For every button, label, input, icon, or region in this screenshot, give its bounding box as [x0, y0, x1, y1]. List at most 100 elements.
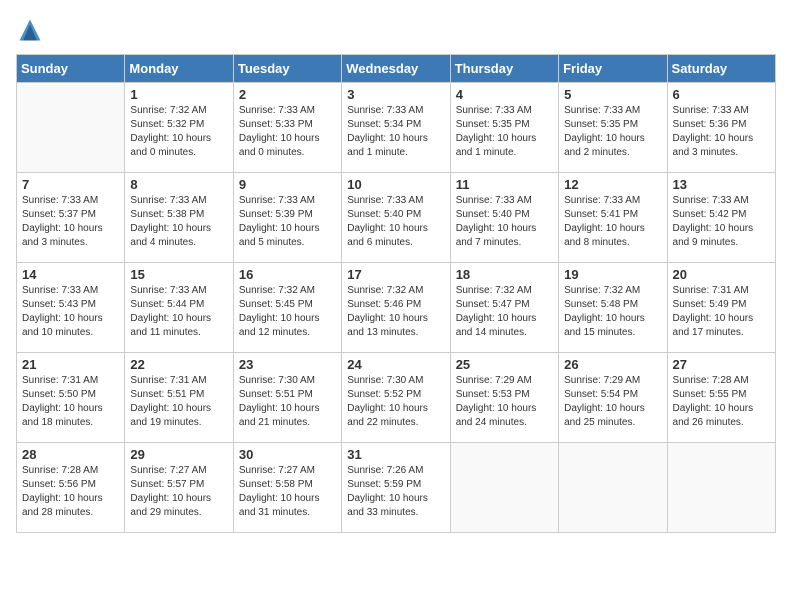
- day-cell-7: 7 Sunrise: 7:33 AM Sunset: 5:37 PM Daylig…: [17, 173, 125, 263]
- day-cell-2: 2 Sunrise: 7:33 AM Sunset: 5:33 PM Daylig…: [233, 83, 341, 173]
- day-info-12: Sunrise: 7:33 AM Sunset: 5:41 PM Dayligh…: [564, 194, 661, 250]
- day-info-24: Sunrise: 7:30 AM Sunset: 5:52 PM Dayligh…: [347, 374, 444, 430]
- day-cell-28: 28 Sunrise: 7:28 AM Sunset: 5:56 PM Dayli…: [17, 443, 125, 533]
- day-info-2: Sunrise: 7:33 AM Sunset: 5:33 PM Dayligh…: [239, 104, 336, 160]
- day-cell-5: 5 Sunrise: 7:33 AM Sunset: 5:35 PM Daylig…: [559, 83, 667, 173]
- empty-cell: [559, 443, 667, 533]
- day-info-26: Sunrise: 7:29 AM Sunset: 5:54 PM Dayligh…: [564, 374, 661, 430]
- day-cell-23: 23 Sunrise: 7:30 AM Sunset: 5:51 PM Dayli…: [233, 353, 341, 443]
- day-info-18: Sunrise: 7:32 AM Sunset: 5:47 PM Dayligh…: [456, 284, 553, 340]
- day-number-10: 10: [347, 177, 444, 192]
- day-number-21: 21: [22, 357, 119, 372]
- day-number-7: 7: [22, 177, 119, 192]
- day-cell-26: 26 Sunrise: 7:29 AM Sunset: 5:54 PM Dayli…: [559, 353, 667, 443]
- day-cell-1: 1 Sunrise: 7:32 AM Sunset: 5:32 PM Daylig…: [125, 83, 233, 173]
- day-number-15: 15: [130, 267, 227, 282]
- day-cell-20: 20 Sunrise: 7:31 AM Sunset: 5:49 PM Dayli…: [667, 263, 775, 353]
- empty-cell: [450, 443, 558, 533]
- day-info-29: Sunrise: 7:27 AM Sunset: 5:57 PM Dayligh…: [130, 464, 227, 520]
- day-cell-17: 17 Sunrise: 7:32 AM Sunset: 5:46 PM Dayli…: [342, 263, 450, 353]
- day-number-17: 17: [347, 267, 444, 282]
- day-cell-16: 16Sunrise: 7:32 AM Sunset: 5:45 PM Dayli…: [233, 263, 341, 353]
- calendar-body: 1 Sunrise: 7:32 AM Sunset: 5:32 PM Daylig…: [17, 83, 776, 533]
- day-info-13: Sunrise: 7:33 AM Sunset: 5:42 PM Dayligh…: [673, 194, 770, 250]
- logo: [16, 16, 48, 44]
- day-cell-21: 21Sunrise: 7:31 AM Sunset: 5:50 PM Dayli…: [17, 353, 125, 443]
- day-info-28: Sunrise: 7:28 AM Sunset: 5:56 PM Dayligh…: [22, 464, 119, 520]
- day-header-tuesday: Tuesday: [233, 55, 341, 83]
- day-number-28: 28: [22, 447, 119, 462]
- day-number-9: 9: [239, 177, 336, 192]
- calendar-table: SundayMondayTuesdayWednesdayThursdayFrid…: [16, 54, 776, 533]
- day-number-30: 30: [239, 447, 336, 462]
- day-cell-27: 27 Sunrise: 7:28 AM Sunset: 5:55 PM Dayli…: [667, 353, 775, 443]
- day-info-3: Sunrise: 7:33 AM Sunset: 5:34 PM Dayligh…: [347, 104, 444, 160]
- day-info-22: Sunrise: 7:31 AM Sunset: 5:51 PM Dayligh…: [130, 374, 227, 430]
- page-header: [16, 16, 776, 44]
- day-cell-29: 29 Sunrise: 7:27 AM Sunset: 5:57 PM Dayli…: [125, 443, 233, 533]
- day-cell-9: 9 Sunrise: 7:33 AM Sunset: 5:39 PM Daylig…: [233, 173, 341, 263]
- day-info-17: Sunrise: 7:32 AM Sunset: 5:46 PM Dayligh…: [347, 284, 444, 340]
- day-info-30: Sunrise: 7:27 AM Sunset: 5:58 PM Dayligh…: [239, 464, 336, 520]
- calendar-header: SundayMondayTuesdayWednesdayThursdayFrid…: [17, 55, 776, 83]
- week-row-5: 28 Sunrise: 7:28 AM Sunset: 5:56 PM Dayli…: [17, 443, 776, 533]
- day-number-25: 25: [456, 357, 553, 372]
- day-info-7: Sunrise: 7:33 AM Sunset: 5:37 PM Dayligh…: [22, 194, 119, 250]
- day-info-23: Sunrise: 7:30 AM Sunset: 5:51 PM Dayligh…: [239, 374, 336, 430]
- day-info-31: Sunrise: 7:26 AM Sunset: 5:59 PM Dayligh…: [347, 464, 444, 520]
- day-number-4: 4: [456, 87, 553, 102]
- day-info-4: Sunrise: 7:33 AM Sunset: 5:35 PM Dayligh…: [456, 104, 553, 160]
- day-cell-25: 25 Sunrise: 7:29 AM Sunset: 5:53 PM Dayli…: [450, 353, 558, 443]
- logo-icon: [16, 16, 44, 44]
- day-info-9: Sunrise: 7:33 AM Sunset: 5:39 PM Dayligh…: [239, 194, 336, 250]
- day-info-1: Sunrise: 7:32 AM Sunset: 5:32 PM Dayligh…: [130, 104, 227, 160]
- day-cell-15: 15 Sunrise: 7:33 AM Sunset: 5:44 PM Dayli…: [125, 263, 233, 353]
- day-number-13: 13: [673, 177, 770, 192]
- day-number-2: 2: [239, 87, 336, 102]
- day-number-23: 23: [239, 357, 336, 372]
- day-cell-10: 10 Sunrise: 7:33 AM Sunset: 5:40 PM Dayli…: [342, 173, 450, 263]
- day-info-14: Sunrise: 7:33 AM Sunset: 5:43 PM Dayligh…: [22, 284, 119, 340]
- day-cell-3: 3Sunrise: 7:33 AM Sunset: 5:34 PM Daylig…: [342, 83, 450, 173]
- day-number-29: 29: [130, 447, 227, 462]
- day-info-16: Sunrise: 7:32 AM Sunset: 5:45 PM Dayligh…: [239, 284, 336, 340]
- day-cell-12: 12 Sunrise: 7:33 AM Sunset: 5:41 PM Dayli…: [559, 173, 667, 263]
- week-row-3: 14Sunrise: 7:33 AM Sunset: 5:43 PM Dayli…: [17, 263, 776, 353]
- day-cell-11: 11 Sunrise: 7:33 AM Sunset: 5:40 PM Dayli…: [450, 173, 558, 263]
- day-header-sunday: Sunday: [17, 55, 125, 83]
- day-cell-4: 4 Sunrise: 7:33 AM Sunset: 5:35 PM Daylig…: [450, 83, 558, 173]
- day-cell-18: 18Sunrise: 7:32 AM Sunset: 5:47 PM Dayli…: [450, 263, 558, 353]
- day-cell-14: 14Sunrise: 7:33 AM Sunset: 5:43 PM Dayli…: [17, 263, 125, 353]
- day-cell-31: 31Sunrise: 7:26 AM Sunset: 5:59 PM Dayli…: [342, 443, 450, 533]
- day-info-11: Sunrise: 7:33 AM Sunset: 5:40 PM Dayligh…: [456, 194, 553, 250]
- day-cell-22: 22 Sunrise: 7:31 AM Sunset: 5:51 PM Dayli…: [125, 353, 233, 443]
- day-number-27: 27: [673, 357, 770, 372]
- day-cell-19: 19Sunrise: 7:32 AM Sunset: 5:48 PM Dayli…: [559, 263, 667, 353]
- day-info-25: Sunrise: 7:29 AM Sunset: 5:53 PM Dayligh…: [456, 374, 553, 430]
- day-info-27: Sunrise: 7:28 AM Sunset: 5:55 PM Dayligh…: [673, 374, 770, 430]
- day-header-saturday: Saturday: [667, 55, 775, 83]
- day-info-15: Sunrise: 7:33 AM Sunset: 5:44 PM Dayligh…: [130, 284, 227, 340]
- day-header-thursday: Thursday: [450, 55, 558, 83]
- day-number-11: 11: [456, 177, 553, 192]
- day-info-20: Sunrise: 7:31 AM Sunset: 5:49 PM Dayligh…: [673, 284, 770, 340]
- day-number-20: 20: [673, 267, 770, 282]
- day-cell-30: 30 Sunrise: 7:27 AM Sunset: 5:58 PM Dayli…: [233, 443, 341, 533]
- day-number-22: 22: [130, 357, 227, 372]
- day-number-26: 26: [564, 357, 661, 372]
- day-header-wednesday: Wednesday: [342, 55, 450, 83]
- day-info-10: Sunrise: 7:33 AM Sunset: 5:40 PM Dayligh…: [347, 194, 444, 250]
- empty-cell: [17, 83, 125, 173]
- week-row-4: 21Sunrise: 7:31 AM Sunset: 5:50 PM Dayli…: [17, 353, 776, 443]
- day-number-5: 5: [564, 87, 661, 102]
- day-info-19: Sunrise: 7:32 AM Sunset: 5:48 PM Dayligh…: [564, 284, 661, 340]
- day-cell-13: 13 Sunrise: 7:33 AM Sunset: 5:42 PM Dayli…: [667, 173, 775, 263]
- day-number-24: 24: [347, 357, 444, 372]
- week-row-2: 7 Sunrise: 7:33 AM Sunset: 5:37 PM Daylig…: [17, 173, 776, 263]
- day-number-1: 1: [130, 87, 227, 102]
- day-cell-24: 24 Sunrise: 7:30 AM Sunset: 5:52 PM Dayli…: [342, 353, 450, 443]
- day-cell-6: 6Sunrise: 7:33 AM Sunset: 5:36 PM Daylig…: [667, 83, 775, 173]
- day-info-5: Sunrise: 7:33 AM Sunset: 5:35 PM Dayligh…: [564, 104, 661, 160]
- day-number-6: 6: [673, 87, 770, 102]
- day-number-12: 12: [564, 177, 661, 192]
